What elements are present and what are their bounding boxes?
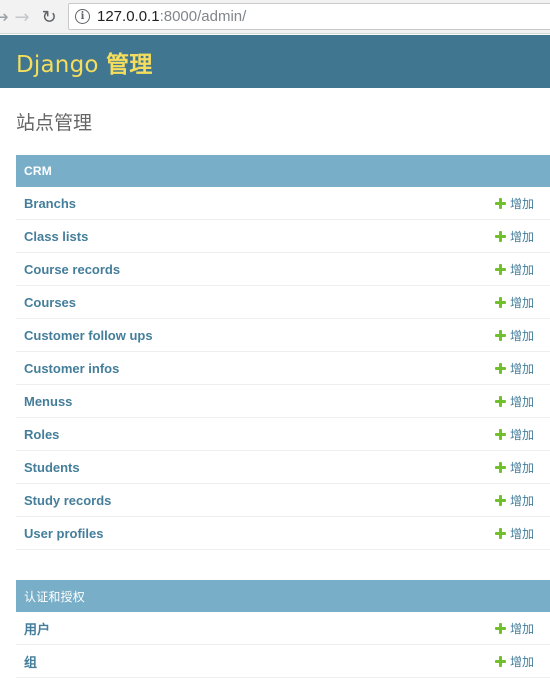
plus-icon <box>494 494 506 506</box>
plus-icon <box>494 428 506 440</box>
plus-icon <box>494 622 506 634</box>
module-caption[interactable]: CRM <box>16 155 550 187</box>
model-link[interactable]: Class lists <box>24 229 88 244</box>
brand-latin: Django <box>16 51 99 78</box>
site-title[interactable]: Django 管理 <box>16 45 153 79</box>
add-link[interactable]: 增加 <box>494 294 534 311</box>
plus-icon <box>494 362 506 374</box>
add-link[interactable]: 增加 <box>494 327 534 344</box>
plus-icon <box>494 395 506 407</box>
add-label: 增加 <box>509 493 534 508</box>
add-link[interactable]: 增加 <box>494 393 534 410</box>
plus-icon <box>494 655 506 667</box>
add-link[interactable]: 增加 <box>494 620 534 637</box>
add-label: 增加 <box>509 460 534 475</box>
add-link[interactable]: 增加 <box>494 653 534 670</box>
module-auth: 认证和授权 用户 增加 组 增加 <box>16 580 550 678</box>
model-row-roles: Roles 增加 <box>16 418 550 451</box>
forward-arrow-icon[interactable]: → <box>12 0 32 34</box>
model-row-customer-infos: Customer infos 增加 <box>16 352 550 385</box>
address-bar[interactable]: i 127.0.0.1:8000/admin/ <box>68 3 550 30</box>
add-label: 增加 <box>509 394 534 409</box>
model-row-groups: 组 增加 <box>16 645 550 678</box>
model-row-branchs: Branchs 增加 <box>16 187 550 220</box>
plus-icon <box>494 527 506 539</box>
model-row-user-profiles: User profiles 增加 <box>16 517 550 550</box>
model-link[interactable]: Course records <box>24 262 120 277</box>
model-link[interactable]: Students <box>24 460 80 475</box>
url-text: 127.0.0.1:8000/admin/ <box>97 8 247 25</box>
model-row-customer-follow-ups: Customer follow ups 增加 <box>16 319 550 352</box>
add-label: 增加 <box>509 427 534 442</box>
add-label: 增加 <box>509 361 534 376</box>
reload-icon[interactable]: ↻ <box>38 0 60 34</box>
model-link[interactable]: 组 <box>24 652 37 671</box>
model-row-study-records: Study records 增加 <box>16 484 550 517</box>
model-row-users: 用户 增加 <box>16 612 550 645</box>
model-link[interactable]: Customer infos <box>24 361 119 376</box>
add-label: 增加 <box>509 196 534 211</box>
add-link[interactable]: 增加 <box>494 525 534 542</box>
model-row-class-lists: Class lists 增加 <box>16 220 550 253</box>
model-link[interactable]: Study records <box>24 493 111 508</box>
add-link[interactable]: 增加 <box>494 360 534 377</box>
add-label: 增加 <box>509 295 534 310</box>
plus-icon <box>494 230 506 242</box>
model-row-course-records: Course records 增加 <box>16 253 550 286</box>
module-caption[interactable]: 认证和授权 <box>16 580 550 612</box>
model-row-students: Students 增加 <box>16 451 550 484</box>
page-title: 站点管理 <box>16 112 93 134</box>
plus-icon <box>494 197 506 209</box>
browser-toolbar: → → ↻ i 127.0.0.1:8000/admin/ <box>0 0 550 34</box>
model-link[interactable]: Roles <box>24 427 59 442</box>
back-arrow-icon[interactable]: → <box>0 0 9 34</box>
site-header: Django 管理 <box>0 35 550 88</box>
add-label: 增加 <box>509 526 534 541</box>
model-link[interactable]: Branchs <box>24 196 76 211</box>
plus-icon <box>494 263 506 275</box>
model-link[interactable]: User profiles <box>24 526 103 541</box>
info-icon[interactable]: i <box>75 9 90 24</box>
add-link[interactable]: 增加 <box>494 492 534 509</box>
add-link[interactable]: 增加 <box>494 228 534 245</box>
add-link[interactable]: 增加 <box>494 195 534 212</box>
brand-cjk: 管理 <box>106 51 153 78</box>
plus-icon <box>494 329 506 341</box>
add-label: 增加 <box>509 621 534 636</box>
model-link[interactable]: Customer follow ups <box>24 328 153 343</box>
module-crm: CRM Branchs 增加 Class lists 增加 Course rec… <box>16 155 550 550</box>
add-label: 增加 <box>509 654 534 669</box>
add-label: 增加 <box>509 229 534 244</box>
model-link[interactable]: 用户 <box>24 619 50 638</box>
add-link[interactable]: 增加 <box>494 261 534 278</box>
model-row-courses: Courses 增加 <box>16 286 550 319</box>
add-label: 增加 <box>509 328 534 343</box>
add-label: 增加 <box>509 262 534 277</box>
plus-icon <box>494 296 506 308</box>
plus-icon <box>494 461 506 473</box>
add-link[interactable]: 增加 <box>494 426 534 443</box>
add-link[interactable]: 增加 <box>494 459 534 476</box>
model-row-menuss: Menuss 增加 <box>16 385 550 418</box>
model-link[interactable]: Menuss <box>24 394 72 409</box>
model-link[interactable]: Courses <box>24 295 76 310</box>
